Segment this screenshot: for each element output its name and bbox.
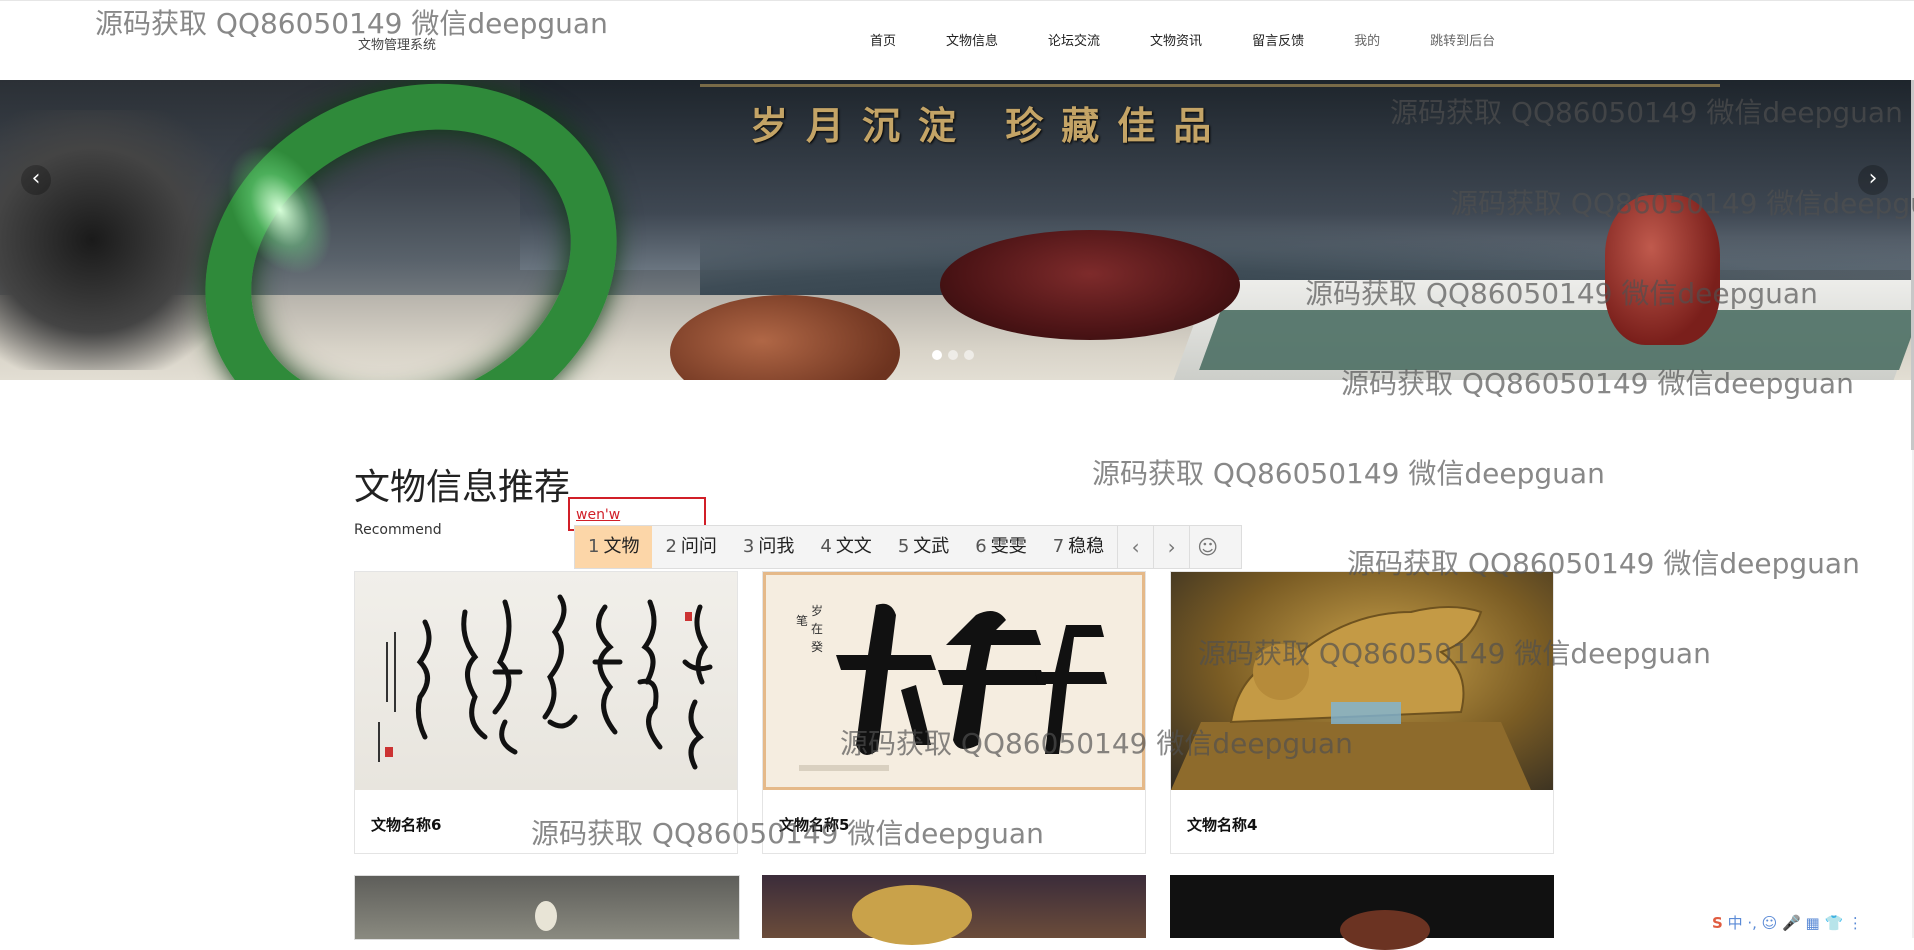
banner-lacquer-box	[940, 230, 1240, 340]
relic-card[interactable]: 文物名称4	[1170, 571, 1554, 854]
ime-emoji-icon[interactable]: ☺	[1189, 526, 1225, 568]
ime-candidate-bar: 1 文物 2 问问 3 问我 4 文文 5 文武 6 雯雯 7 稳稳 ‹ › ☺	[574, 525, 1242, 569]
svg-text:笔: 笔	[796, 613, 808, 628]
carousel-dot-3[interactable]	[964, 350, 974, 360]
carousel-dot-2[interactable]	[948, 350, 958, 360]
svg-text:癸: 癸	[811, 640, 823, 654]
relic-image-calligraphy[interactable]	[355, 572, 737, 790]
carousel-dot-1[interactable]	[932, 350, 942, 360]
ime-composition-text: wen'w	[576, 507, 621, 523]
banner-jade-slab	[1199, 310, 1912, 370]
svg-text:岁: 岁	[811, 603, 823, 618]
bold-calligraphy-artwork: 岁 在 癸 笔	[796, 603, 1107, 771]
banner-red-vase	[1605, 195, 1720, 345]
relic-image-bronze-tiger-seal[interactable]	[1171, 572, 1553, 790]
ime-candidate-3[interactable]: 3 问我	[730, 526, 807, 568]
hero-carousel[interactable]: 岁月沉淀 珍藏佳品	[0, 80, 1912, 380]
nav-forum[interactable]: 论坛交流	[1048, 31, 1100, 53]
section-title: 文物信息推荐	[354, 467, 571, 508]
nav-feedback[interactable]: 留言反馈	[1252, 31, 1304, 53]
relic-name[interactable]: 文物名称4	[1187, 814, 1257, 835]
ime-candidate-2[interactable]: 2 问问	[652, 526, 729, 568]
banner-dark-jade	[0, 110, 230, 370]
relic-card-image[interactable]	[1170, 875, 1554, 950]
nav-home[interactable]: 首页	[870, 31, 896, 53]
relic-name[interactable]: 文物名称6	[371, 814, 441, 835]
ime-prev-page-icon[interactable]: ‹	[1117, 526, 1153, 568]
carousel-prev-icon[interactable]: ‹	[21, 165, 51, 195]
relic-name[interactable]: 文物名称5	[779, 814, 849, 835]
relic-card-image[interactable]	[762, 875, 1146, 945]
site-title[interactable]: 文物管理系统	[358, 34, 436, 53]
red-object-shape	[1340, 910, 1430, 950]
svg-text:在: 在	[811, 622, 823, 636]
sogou-logo-icon: S	[1712, 914, 1723, 932]
ime-candidate-5[interactable]: 5 文武	[885, 526, 962, 568]
ime-candidate-6[interactable]: 6 雯雯	[962, 526, 1039, 568]
ime-toolbar-icons: 中 ·, ☺ 🎤 ▦ 👕 ⋮	[1727, 914, 1863, 932]
nav-mine[interactable]: 我的	[1354, 31, 1380, 53]
ime-candidate-1[interactable]: 1 文物	[575, 526, 653, 568]
top-header: 文物管理系统 首页 文物信息 论坛交流 文物资讯 留言反馈 我的 跳转到后台	[0, 0, 1914, 81]
nav-relic-info[interactable]: 文物信息	[946, 31, 998, 53]
relic-image-calligraphy-bold[interactable]: 岁 在 癸 笔	[763, 572, 1145, 790]
nav-news[interactable]: 文物资讯	[1150, 31, 1202, 53]
ime-next-page-icon[interactable]: ›	[1153, 526, 1189, 568]
main-nav: 首页 文物信息 论坛交流 文物资讯 留言反馈 我的 跳转到后台	[870, 31, 1545, 53]
carousel-indicators	[932, 350, 980, 360]
bronze-tiger-artwork	[1171, 606, 1531, 790]
carousel-next-icon[interactable]: ›	[1858, 165, 1888, 195]
ime-toolbar[interactable]: S 中 ·, ☺ 🎤 ▦ 👕 ⋮	[1712, 912, 1863, 933]
watermark-text: 源码获取 QQ86050149 微信deepguan	[1092, 457, 1605, 490]
vase-shape	[535, 901, 557, 931]
relic-card[interactable]: 文物名称6	[354, 571, 738, 854]
ime-candidate-4[interactable]: 4 文文	[807, 526, 884, 568]
section-subtitle: Recommend	[354, 522, 442, 538]
relic-card[interactable]: 岁 在 癸 笔 文物名称5	[762, 571, 1146, 854]
ime-candidate-7[interactable]: 7 稳稳	[1040, 526, 1117, 568]
nav-admin[interactable]: 跳转到后台	[1430, 31, 1495, 53]
relic-card-image[interactable]	[354, 875, 740, 940]
banner-slogan: 岁月沉淀 珍藏佳品	[750, 103, 1230, 148]
gold-figure-shape	[852, 885, 972, 945]
banner-trim	[700, 84, 1720, 87]
calligraphy-artwork	[378, 594, 713, 770]
